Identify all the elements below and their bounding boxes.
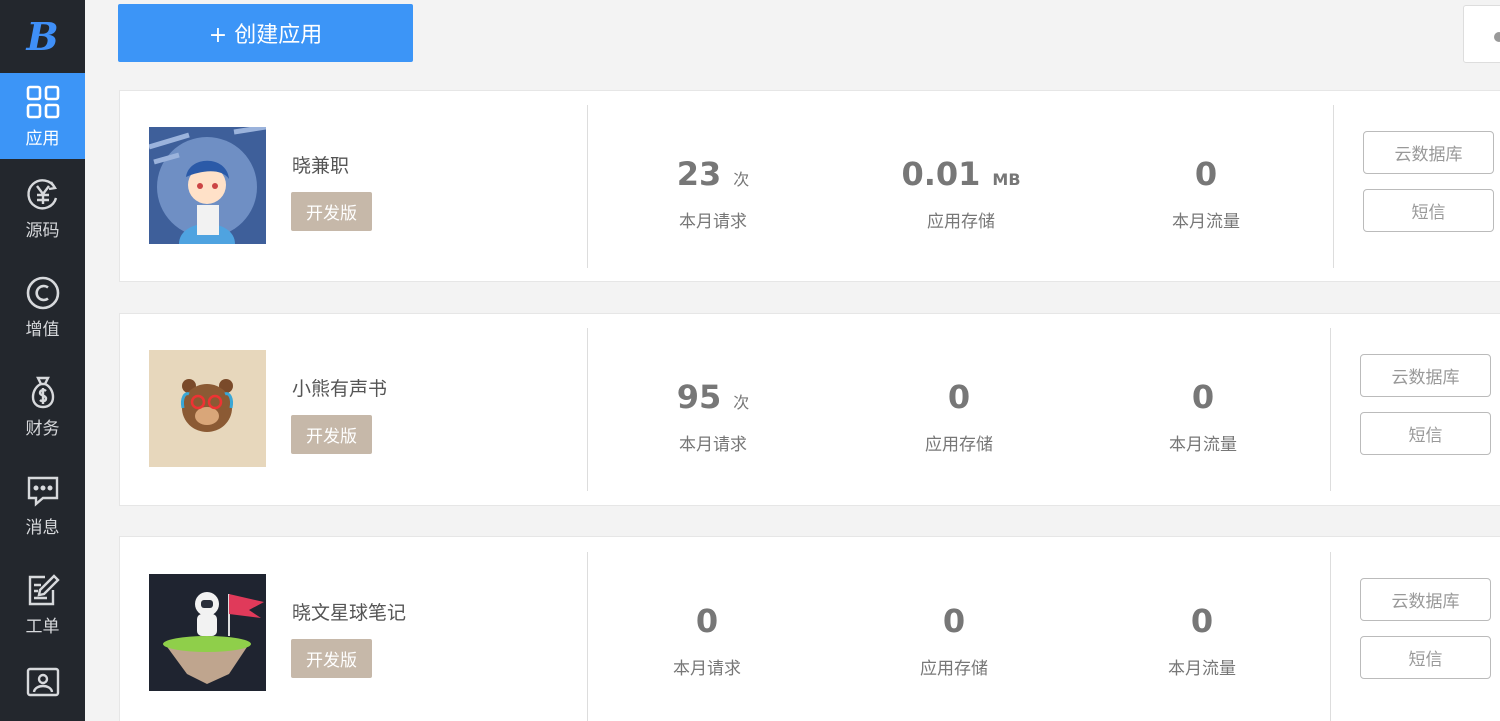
stat-storage: 0.01 MB 应用存储 xyxy=(836,155,1086,232)
stat-value: 0 xyxy=(942,602,966,640)
stat-unit: MB xyxy=(992,170,1021,189)
yuan-cycle-icon xyxy=(26,179,57,210)
stat-requests: 23 次 本月请求 xyxy=(588,155,838,232)
sms-button[interactable]: 短信 xyxy=(1360,636,1491,679)
stat-value: 0 xyxy=(1190,602,1214,640)
stat-label: 本月流量 xyxy=(1169,435,1237,455)
edition-badge: 开发版 xyxy=(291,639,372,678)
sidebar-item-value-added[interactable]: 增值 xyxy=(0,258,85,357)
cloud-database-button[interactable]: 云数据库 xyxy=(1360,578,1491,621)
sidebar-item-label: 应用 xyxy=(25,128,60,149)
stat-traffic: 0 本月流量 xyxy=(1081,155,1331,232)
grid-icon xyxy=(26,85,59,118)
stat-value: 0 xyxy=(1194,155,1218,193)
divider xyxy=(1330,328,1331,491)
app-name[interactable]: 小熊有声书 xyxy=(292,374,387,401)
app-avatar xyxy=(149,350,266,467)
stat-value: 0 xyxy=(947,378,971,416)
sidebar-item-finance[interactable]: 财务 xyxy=(0,357,85,456)
sidebar-item-source[interactable]: 源码 xyxy=(0,159,85,258)
sms-button[interactable]: 短信 xyxy=(1360,412,1491,455)
sidebar-item-tickets[interactable]: 工单 xyxy=(0,555,85,654)
stat-requests: 0 本月请求 xyxy=(582,602,832,679)
stat-value: 0 xyxy=(1191,378,1215,416)
app-avatar xyxy=(149,127,266,244)
stat-value: 95 xyxy=(676,378,722,416)
stat-value: 23 xyxy=(676,155,722,193)
app-avatar-image xyxy=(149,350,266,467)
app-avatar xyxy=(149,574,266,691)
sidebar-item-label: 增值 xyxy=(25,320,60,340)
sidebar-item-label: 财务 xyxy=(25,419,60,439)
sidebar: B 应用 源码 增值 财务 消息 工单 xyxy=(0,0,85,721)
sidebar-item-media[interactable] xyxy=(0,654,85,714)
divider xyxy=(1330,552,1331,721)
stat-label: 本月流量 xyxy=(1172,212,1240,232)
create-app-button[interactable]: + 创建应用 xyxy=(118,4,413,62)
edit-icon xyxy=(28,574,60,606)
sidebar-item-label: 工单 xyxy=(25,617,60,637)
app-card[interactable]: 小熊有声书 开发版 95 次 本月请求 0 应用存储 0 本月流量 云数据库 短信 xyxy=(119,313,1500,506)
stat-requests: 95 次 本月请求 xyxy=(588,378,838,455)
sidebar-item-label: 源码 xyxy=(25,221,60,241)
stat-storage: 0 应用存储 xyxy=(829,602,1079,679)
user-menu-button[interactable] xyxy=(1463,5,1500,63)
image-icon xyxy=(26,667,59,697)
copyright-icon xyxy=(26,276,59,310)
stat-traffic: 0 本月流量 xyxy=(1077,602,1327,679)
stat-label: 本月请求 xyxy=(679,435,747,455)
app-card[interactable]: 晓文星球笔记 开发版 0 本月请求 0 应用存储 0 本月流量 云数据库 短信 xyxy=(119,536,1500,721)
stat-unit: 次 xyxy=(733,393,750,412)
sms-button[interactable]: 短信 xyxy=(1363,189,1494,232)
stat-traffic: 0 本月流量 xyxy=(1078,378,1328,455)
stat-label: 本月流量 xyxy=(1168,659,1236,679)
app-name[interactable]: 晓文星球笔记 xyxy=(292,598,406,625)
cloud-database-button[interactable]: 云数据库 xyxy=(1360,354,1491,397)
stat-label: 本月请求 xyxy=(673,659,741,679)
user-icon xyxy=(1494,32,1500,42)
app-card[interactable]: 晓兼职 开发版 23 次 本月请求 0.01 MB 应用存储 0 本月流量 云数据库… xyxy=(119,90,1500,282)
app-avatar-image xyxy=(149,574,266,691)
stat-label: 应用存储 xyxy=(927,212,995,232)
sidebar-item-label: 消息 xyxy=(25,518,60,538)
stat-value: 0 xyxy=(695,602,719,640)
edition-badge: 开发版 xyxy=(291,192,372,231)
stat-label: 应用存储 xyxy=(920,659,988,679)
logo[interactable]: B xyxy=(0,0,85,73)
sidebar-item-apps[interactable]: 应用 xyxy=(0,73,85,159)
stat-value: 0.01 xyxy=(901,155,981,193)
cloud-database-button[interactable]: 云数据库 xyxy=(1363,131,1494,174)
app-avatar-image xyxy=(149,127,266,244)
stat-label: 应用存储 xyxy=(925,435,993,455)
stat-label: 本月请求 xyxy=(679,212,747,232)
divider xyxy=(1333,105,1334,268)
stat-storage: 0 应用存储 xyxy=(834,378,1084,455)
money-bag-icon xyxy=(31,376,54,409)
stat-unit: 次 xyxy=(733,170,750,189)
chat-icon xyxy=(27,476,58,507)
sidebar-item-messages[interactable]: 消息 xyxy=(0,456,85,555)
edition-badge: 开发版 xyxy=(291,415,372,454)
app-name[interactable]: 晓兼职 xyxy=(292,151,349,178)
